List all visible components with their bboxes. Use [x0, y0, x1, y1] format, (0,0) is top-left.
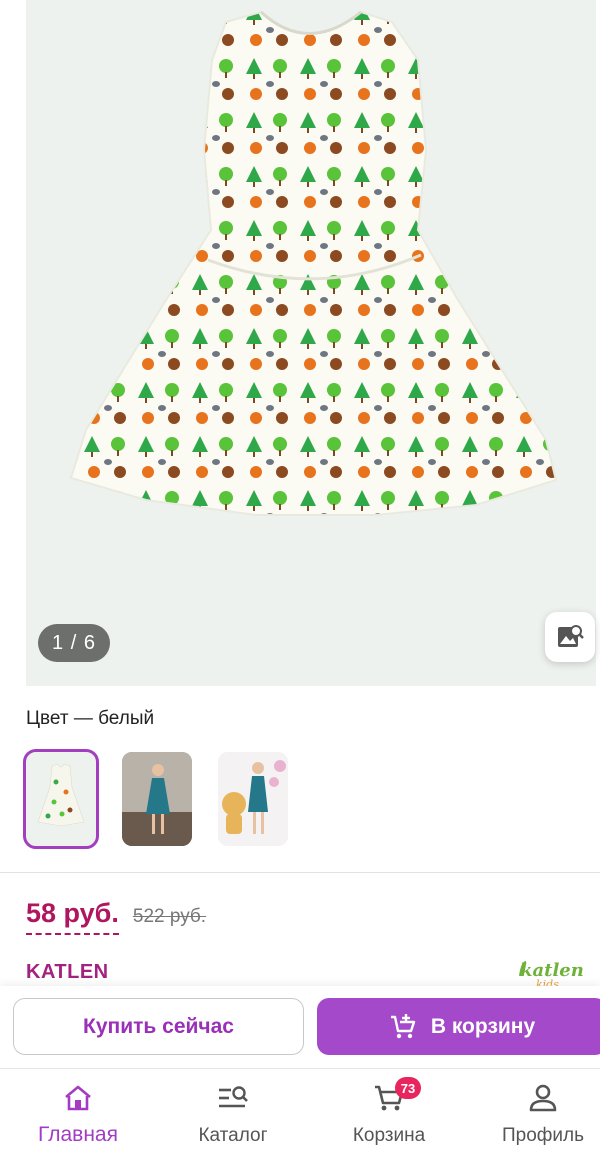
- bottom-navigation: Главная Каталог 73 Корзина Профиль: [0, 1068, 600, 1154]
- nav-label-cart: Корзина: [352, 1125, 426, 1146]
- color-thumbnails: [23, 749, 288, 849]
- home-icon: [65, 1085, 91, 1111]
- nav-label-catalog: Каталог: [198, 1125, 268, 1146]
- add-to-cart-button[interactable]: В корзину: [317, 998, 600, 1055]
- price-row: 58 руб. 522 руб.: [26, 898, 206, 935]
- product-photo[interactable]: [26, 0, 596, 686]
- profile-icon: [529, 1084, 557, 1112]
- nav-item-cart[interactable]: 73 Корзина: [340, 1069, 438, 1154]
- old-price: 522 руб.: [132, 906, 207, 927]
- image-search-icon: [558, 625, 584, 647]
- current-price: 58 руб.: [26, 898, 119, 935]
- nav-item-profile[interactable]: Профиль: [494, 1069, 592, 1154]
- nav-label-profile: Профиль: [501, 1125, 585, 1146]
- nav-item-home[interactable]: Главная: [26, 1069, 130, 1154]
- catalog-search-icon: [219, 1086, 248, 1108]
- purchase-action-bar: Купить сейчас В корзину: [0, 986, 600, 1068]
- add-to-cart-label: В корзину: [430, 1014, 536, 1038]
- nav-item-catalog[interactable]: Каталог: [186, 1069, 280, 1154]
- thumbnail-dress-white[interactable]: [23, 749, 99, 849]
- thumbnail-girl-wearing-dress[interactable]: [122, 752, 192, 846]
- product-gallery[interactable]: 1 / 6: [0, 0, 600, 688]
- color-label: Цвет — белый: [26, 708, 155, 729]
- nav-label-home: Главная: [38, 1123, 118, 1146]
- image-counter: 1 / 6: [38, 624, 110, 662]
- cart-count-badge: 73: [395, 1077, 421, 1099]
- add-to-cart-icon: [390, 1013, 416, 1038]
- image-search-button[interactable]: [545, 612, 595, 662]
- brand-logo: katlen kids: [514, 954, 594, 988]
- section-divider: [0, 872, 600, 873]
- dress-illustration: [69, 10, 558, 516]
- thumbnail-girl-with-gingerbread[interactable]: [218, 752, 288, 846]
- buy-now-button[interactable]: Купить сейчас: [13, 998, 304, 1055]
- brand-link[interactable]: KATLEN: [26, 961, 109, 984]
